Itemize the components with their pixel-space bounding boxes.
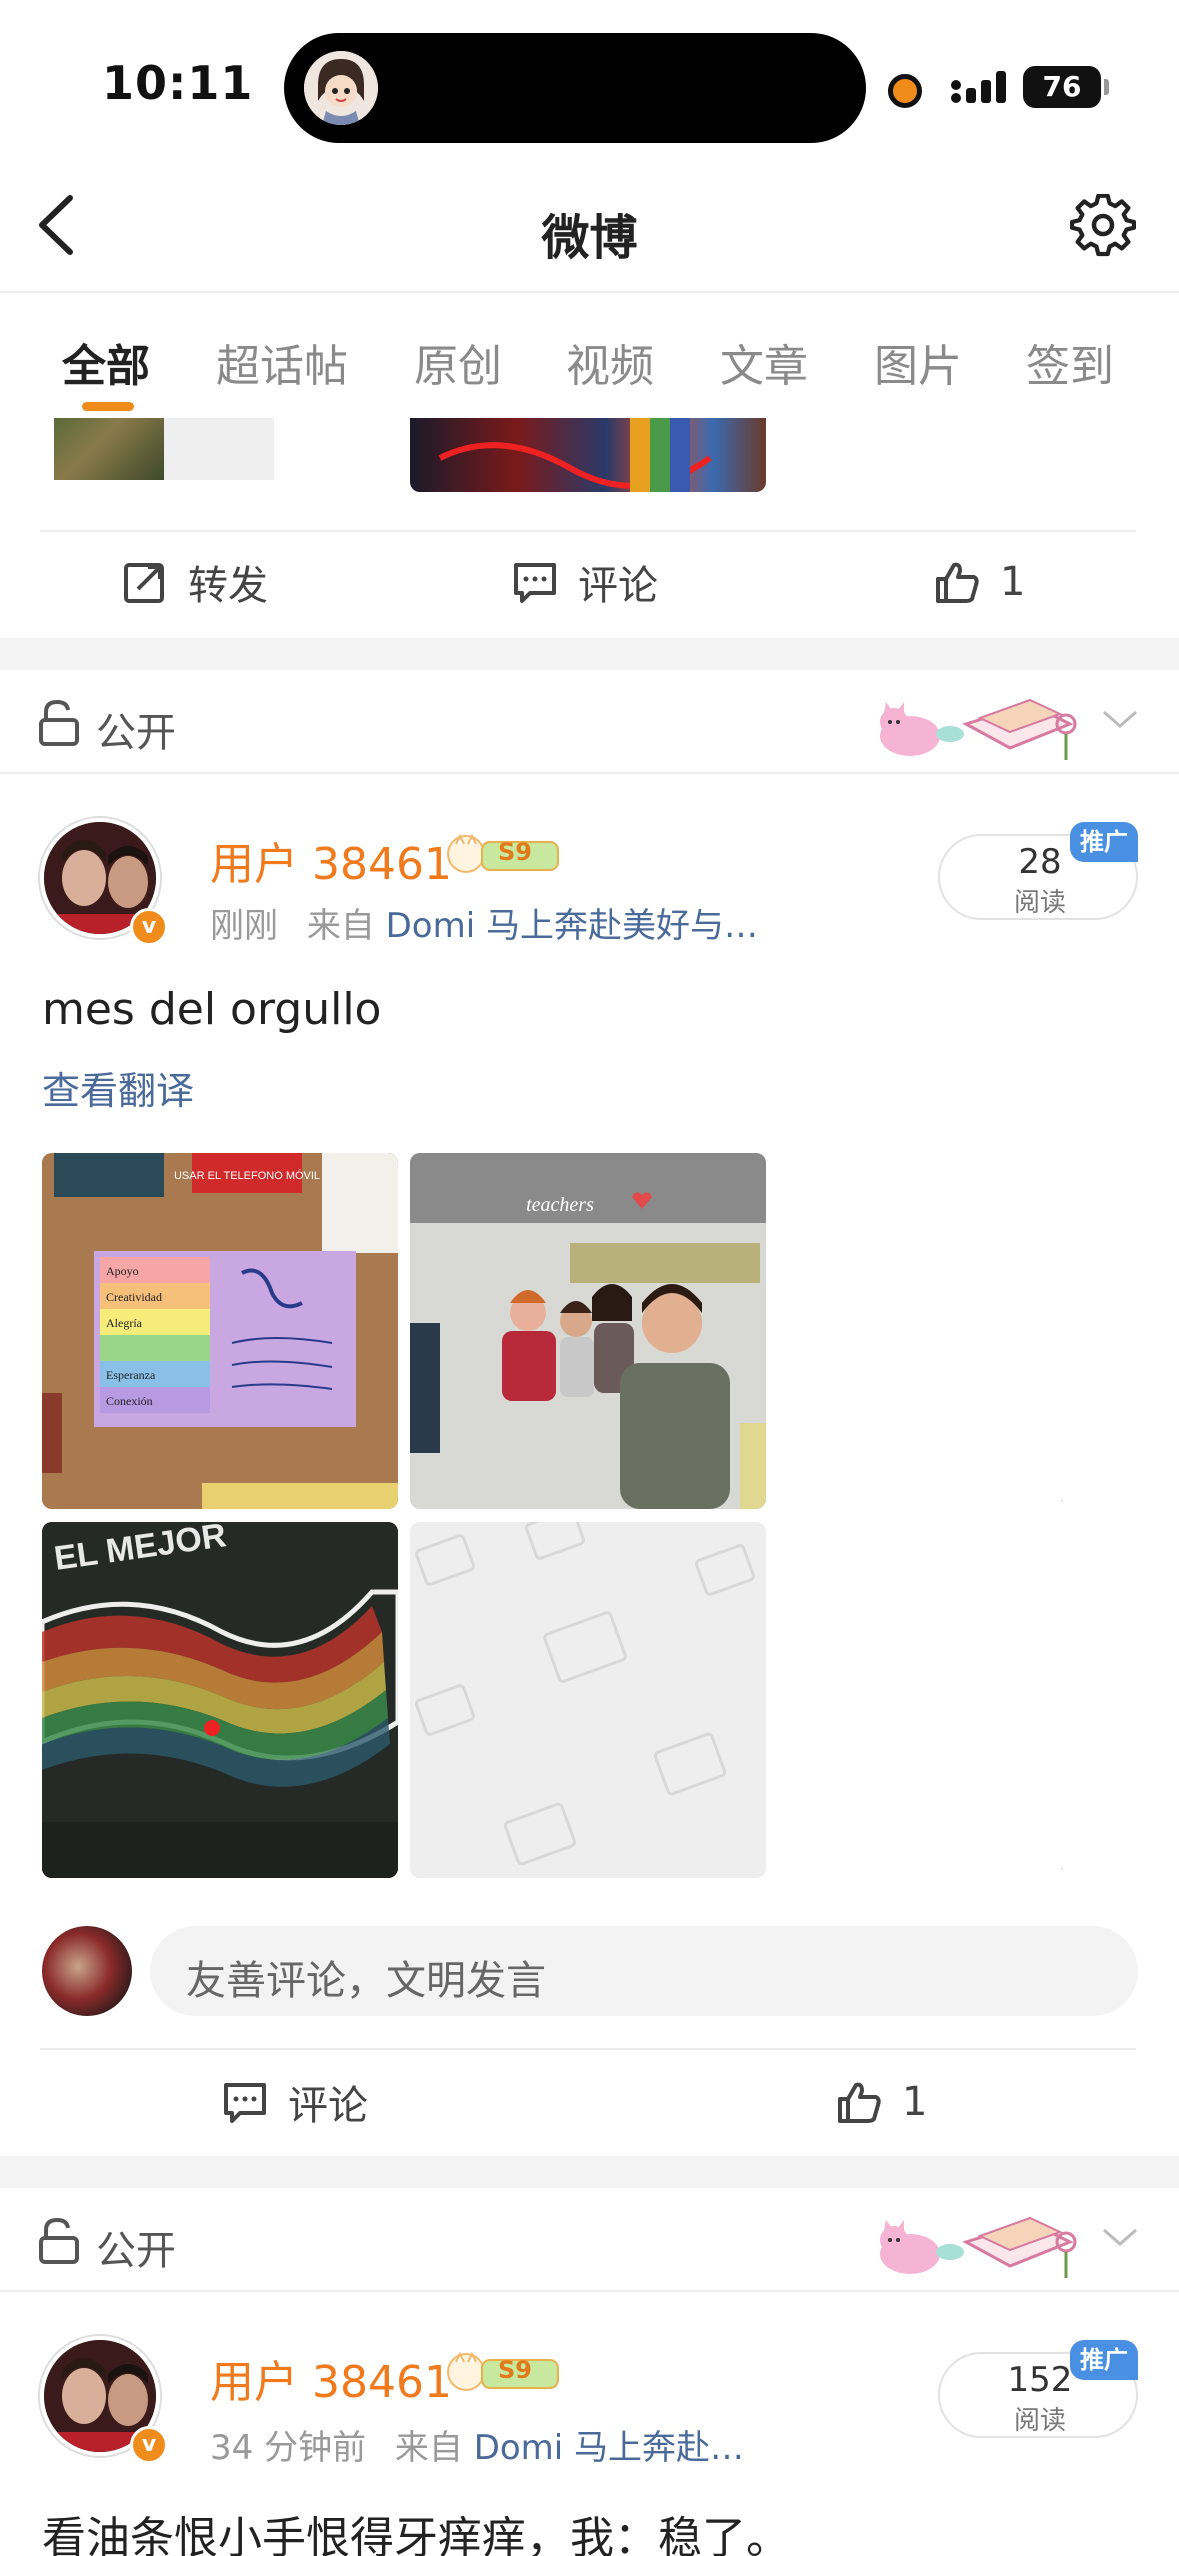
- post2-meta: 34 分钟前 来自 Domi 马上奔赴…: [210, 2420, 744, 2469]
- prev-post-actions: 转发 评论 1: [0, 532, 1179, 632]
- visibility-label: 公开: [96, 2228, 176, 2274]
- post1-visibility-row: 公开: [0, 670, 1179, 774]
- source-prefix: 来自: [306, 906, 375, 946]
- post1-like-button[interactable]: 1: [836, 2052, 927, 2152]
- nav-bar: 微博: [0, 160, 1179, 293]
- tab-original[interactable]: 原创: [414, 330, 502, 394]
- cat-cake-sticker-icon: [880, 2216, 1077, 2278]
- post1-username[interactable]: 用户 38461: [210, 828, 452, 892]
- tab-checkin[interactable]: 签到: [1026, 330, 1114, 394]
- tab-video[interactable]: 视频: [566, 330, 654, 394]
- watermark: ·: [1060, 1494, 1064, 1508]
- comment-button[interactable]: 评论: [512, 532, 658, 632]
- like-count: 1: [902, 2079, 928, 2125]
- tab-supertopic[interactable]: 超话帖: [216, 330, 348, 394]
- watermark-2: ·: [1060, 1862, 1064, 1876]
- board-sign-text: USAR EL TELEFONO MÓVIL: [174, 1169, 320, 1182]
- source-prefix: 来自: [394, 2428, 463, 2468]
- verified-badge-icon: v: [130, 2426, 168, 2464]
- prev-post-thumbnail[interactable]: [54, 418, 164, 480]
- post1-actions: 评论 1: [0, 2052, 1179, 2152]
- chevron-down-icon[interactable]: [1100, 2222, 1140, 2252]
- board-line4: Esperanza: [106, 1368, 156, 1382]
- feed-separator: [0, 638, 1179, 670]
- verified-badge-icon: v: [130, 908, 168, 946]
- post2-visibility-row: 公开: [0, 2188, 1179, 2292]
- feed-separator: [0, 2156, 1179, 2188]
- tab-active-indicator: [82, 402, 134, 411]
- chevron-down-icon[interactable]: [1100, 704, 1140, 734]
- divider: [40, 2048, 1136, 2050]
- battery-icon: 76: [1023, 66, 1101, 108]
- post-time: 34 分钟前: [210, 2428, 367, 2468]
- post1-photo-placeholder: [410, 1522, 766, 1878]
- cat-cake-sticker-icon: [880, 698, 1077, 760]
- post1-photo-board[interactable]: USAR EL TELEFONO MÓVIL Apoyo Creatividad…: [42, 1153, 398, 1509]
- comment-placeholder: 友善评论，文明发言: [186, 1958, 546, 2004]
- level-text: S9: [498, 2356, 532, 2384]
- read-label: 阅读: [1013, 888, 1066, 918]
- comment-icon: [224, 2083, 266, 2123]
- post2-avatar[interactable]: v: [34, 2328, 174, 2464]
- prev-post-thumbnail-placeholder: [164, 418, 274, 480]
- status-bar: 10:11 76: [0, 0, 1179, 160]
- board-line5: Conexión: [106, 1394, 153, 1408]
- promo-tag[interactable]: 推广: [1070, 822, 1138, 862]
- gear-icon[interactable]: [1070, 194, 1136, 260]
- page-title: 微博: [541, 210, 638, 266]
- lock-open-icon: [39, 2218, 79, 2264]
- prev-post-image[interactable]: [410, 418, 766, 492]
- post1-photo-teachers[interactable]: teachers: [410, 1153, 766, 1509]
- post2-username[interactable]: 用户 38461: [210, 2346, 452, 2410]
- comment-label: 评论: [288, 2083, 368, 2129]
- recording-indicator-icon: [888, 74, 922, 108]
- cellular-signal-icon: [951, 71, 1006, 103]
- post1-meta: 刚刚 来自 Domi 马上奔赴美好与…: [210, 898, 758, 947]
- post1-comment-button[interactable]: 评论: [222, 2052, 368, 2152]
- source-link[interactable]: Domi 马上奔赴…: [474, 2428, 744, 2468]
- like-button[interactable]: 1: [934, 532, 1025, 632]
- comment-label: 评论: [578, 563, 658, 609]
- my-avatar[interactable]: [42, 1926, 132, 2016]
- board-line2: Creatividad: [106, 1290, 162, 1304]
- tab-image[interactable]: 图片: [874, 330, 962, 394]
- board-line1: Apoyo: [106, 1264, 139, 1278]
- dynamic-island: [284, 33, 866, 143]
- battery-tip: [1104, 79, 1109, 95]
- comment-input[interactable]: 友善评论，文明发言: [150, 1926, 1138, 2016]
- promo-tag[interactable]: 推广: [1070, 2340, 1138, 2380]
- island-avatar-icon: [304, 51, 378, 125]
- thumbs-up-icon: [936, 562, 979, 603]
- post1-avatar[interactable]: v: [34, 810, 174, 946]
- post-time: 刚刚: [210, 906, 278, 946]
- level-text: S9: [498, 838, 532, 866]
- thumbs-up-icon: [838, 2082, 881, 2123]
- board-line3: Alegría: [106, 1316, 143, 1330]
- post2-text: 看油条恨小手恨得牙痒痒，我：稳了。: [42, 2513, 790, 2556]
- translate-link[interactable]: 查看翻译: [42, 1060, 194, 1115]
- tab-all[interactable]: 全部: [62, 330, 150, 394]
- repost-label: 转发: [188, 563, 268, 609]
- repost-icon: [124, 563, 164, 603]
- status-time: 10:11: [102, 56, 254, 110]
- teachers-caption: teachers: [526, 1194, 594, 1216]
- post1-text: mes del orgullo: [42, 984, 382, 1035]
- post1-photo-chalk[interactable]: EL MEJOR: [42, 1522, 398, 1878]
- like-count: 1: [1000, 559, 1026, 605]
- source-link[interactable]: Domi 马上奔赴美好与…: [386, 906, 758, 946]
- repost-button[interactable]: 转发: [122, 532, 268, 632]
- visibility-label: 公开: [96, 710, 176, 756]
- comment-icon: [514, 563, 556, 603]
- tab-article[interactable]: 文章: [720, 330, 808, 394]
- lock-open-icon: [39, 700, 79, 746]
- read-label: 阅读: [1013, 2406, 1066, 2436]
